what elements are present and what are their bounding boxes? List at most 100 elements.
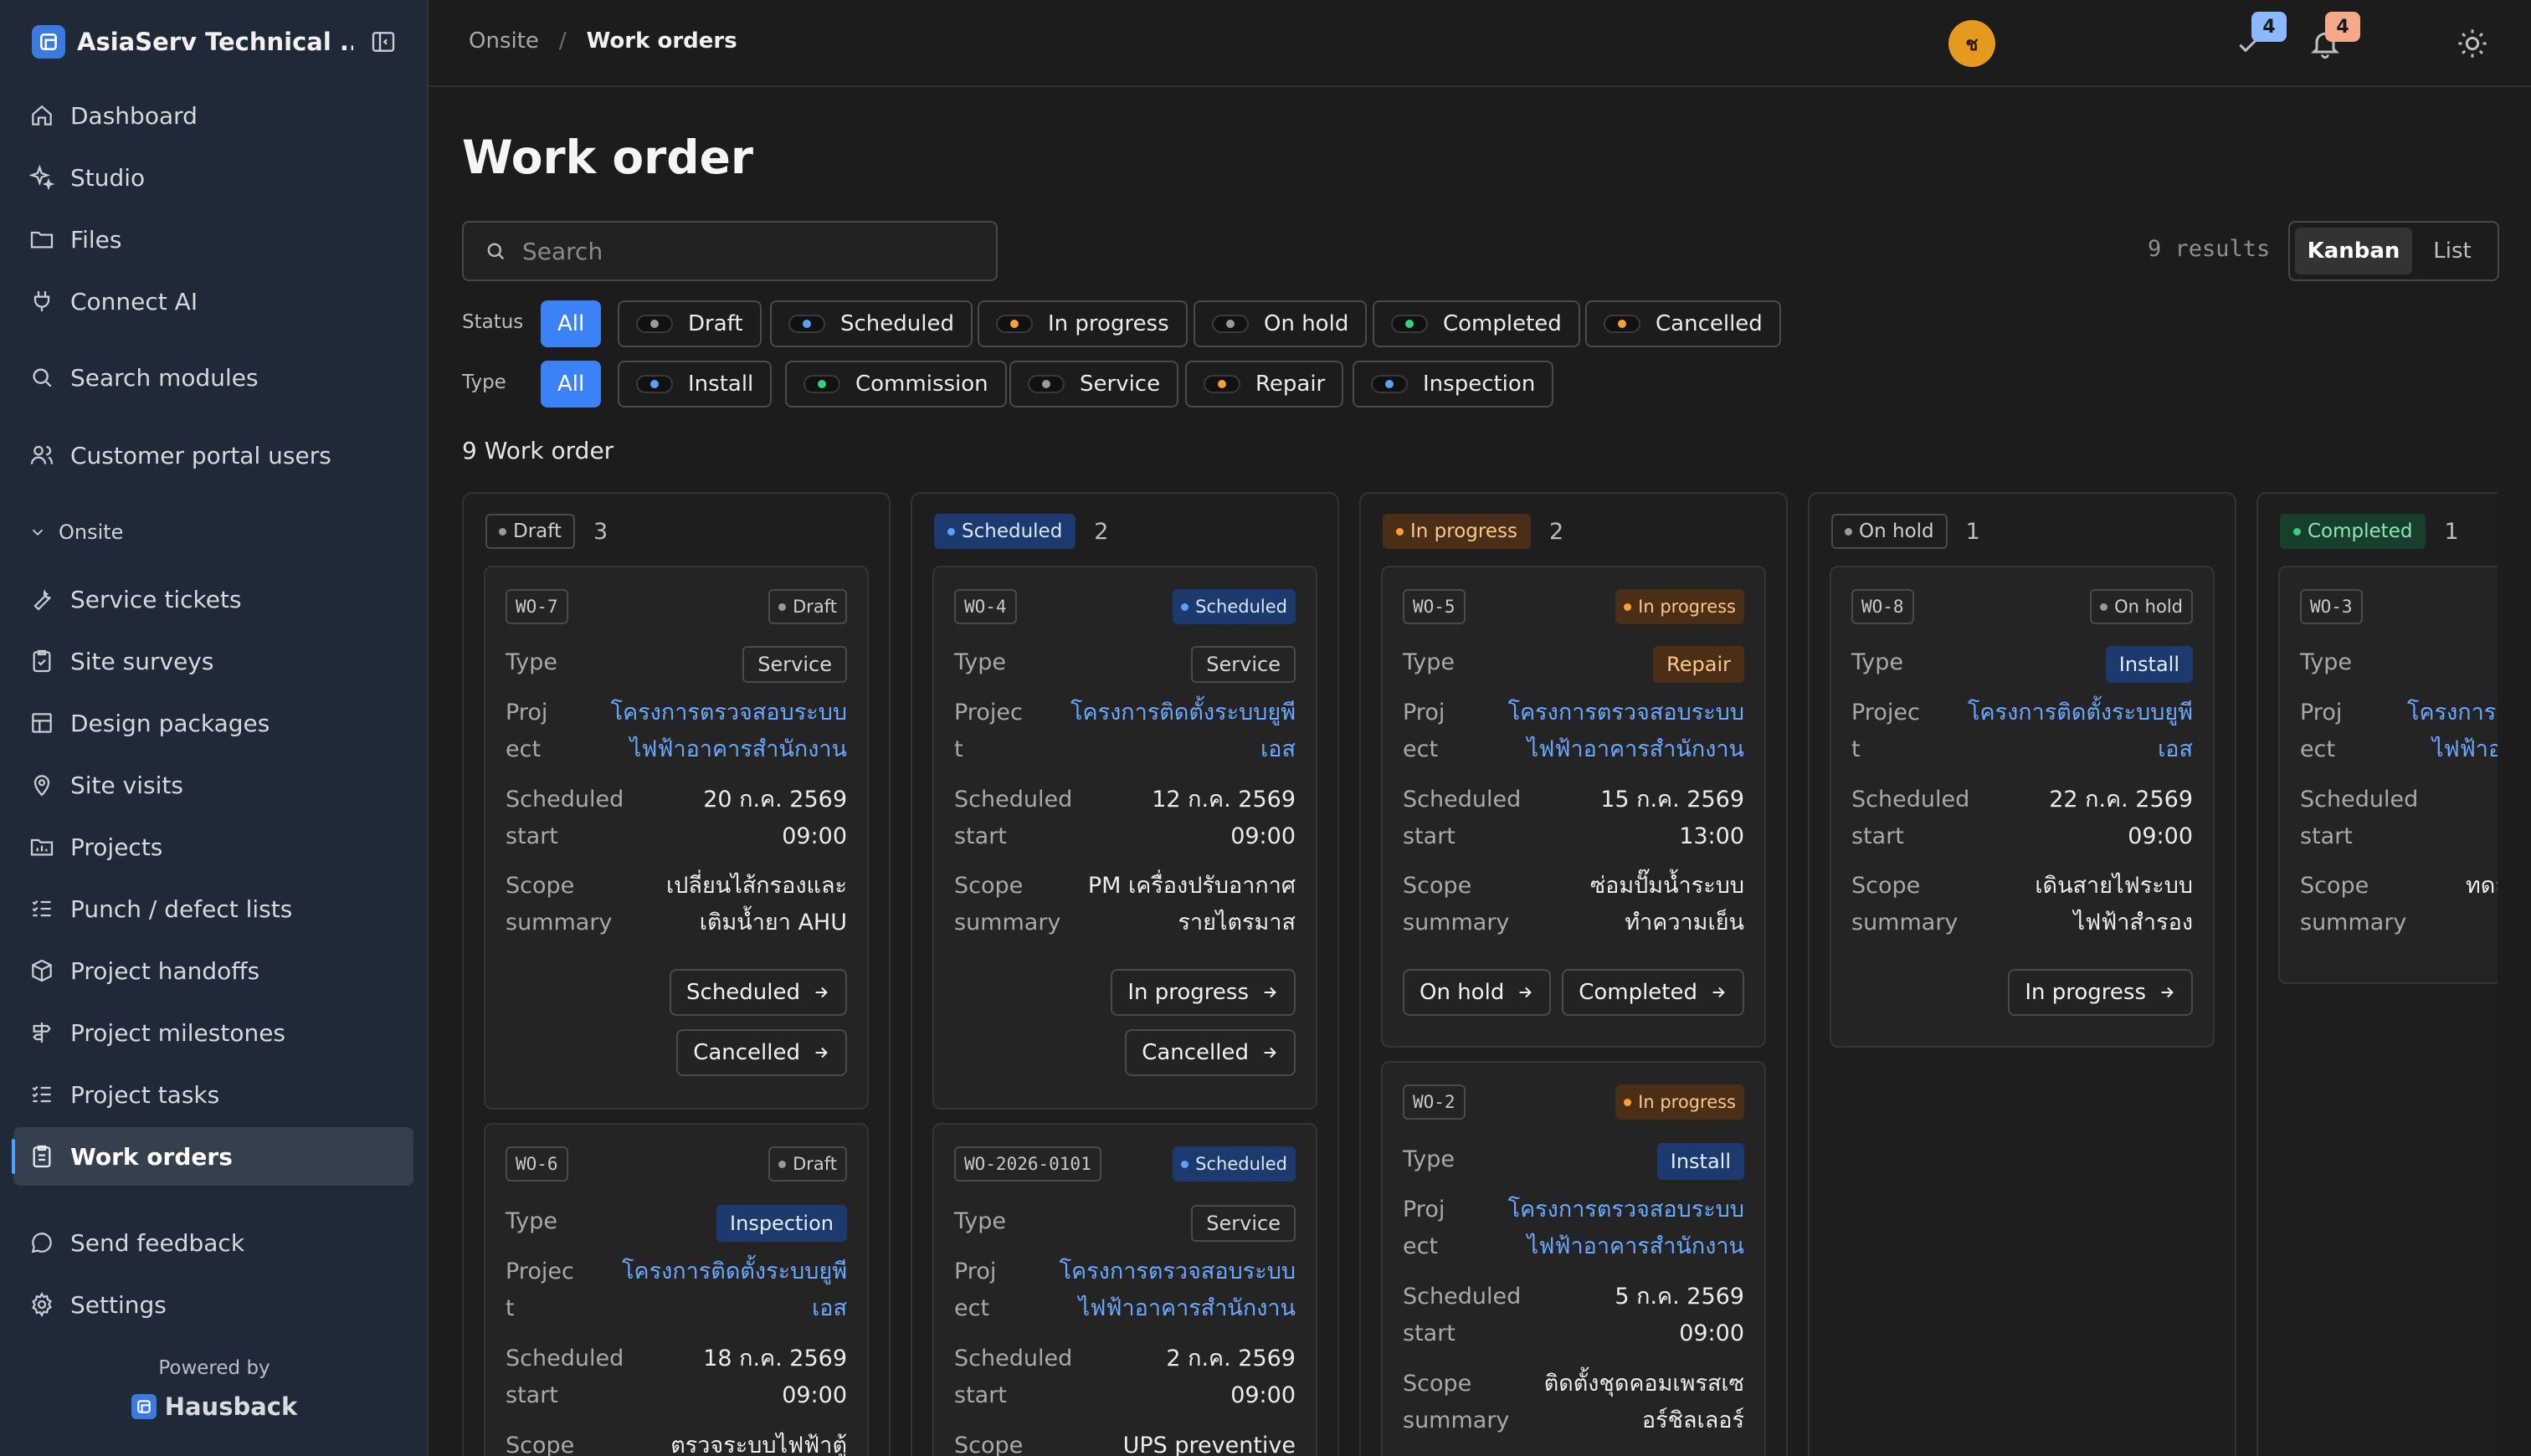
chip-label: Scheduled [840,311,954,336]
status-badge: On hold [2090,589,2193,624]
view-kanban-button[interactable]: Kanban [2295,228,2412,274]
sidebar-item-label: Site visits [70,771,183,799]
project-link[interactable]: โครงการตรวจสอบระบบ ไฟฟ้าอาคารสำนักงาน [1508,1192,1744,1265]
type-filter-all[interactable]: All [541,361,602,408]
arrow-right-icon [815,1047,828,1059]
status-filter-scheduled[interactable]: Scheduled [770,300,973,347]
work-order-card[interactable]: WO-7 Draft Type Service Proj ect โครงการต… [484,566,869,1110]
theme-toggle-sun-icon[interactable] [2456,27,2489,60]
chip-label: Commission [855,372,988,397]
sparkles-icon [28,164,55,191]
move-to-cancelled-button[interactable]: Cancelled [676,1029,847,1076]
project-link[interactable]: โครงการติดตั้งระบบยูพี เอส [622,1253,847,1327]
sidebar-item-send-feedback[interactable]: Send feedback [13,1213,413,1272]
type-filter-inspection[interactable]: Inspection [1353,361,1554,408]
status-filter-all[interactable]: All [541,300,602,347]
work-order-card[interactable]: WO-2026-0101 Scheduled Type Service Proj… [932,1123,1317,1456]
sidebar-section-onsite[interactable]: Onsite [28,520,123,544]
chart-folder-icon [30,838,54,856]
move-to-in-progress-button[interactable]: In progress [1111,969,1296,1016]
workspace-switcher[interactable]: AsiaServ Technical ... [32,25,400,59]
sidebar: AsiaServ Technical ... Dashboard Studio … [0,0,429,1456]
work-order-card[interactable]: WO-2 In progress Type Install Proj ect โค… [1381,1061,1766,1456]
scheduled-start-label: Scheduled start [954,1346,1073,1408]
chip-label: Service [1080,372,1161,397]
work-order-card[interactable]: WO-6 Draft Type Inspection Projec t โครงก… [484,1123,869,1456]
powered-by-brand[interactable]: Hausback [0,1392,429,1421]
status-filter-in-progress[interactable]: In progress [978,300,1188,347]
sidebar-item-project-handoffs[interactable]: Project handoffs [13,941,413,1000]
type-badge: Service [1191,646,1296,683]
sidebar-item-site-surveys[interactable]: Site surveys [13,632,413,690]
move-to-completed-button[interactable]: Completed [1562,969,1744,1016]
chip-label: Completed [1443,311,1562,336]
sidebar-item-dashboard[interactable]: Dashboard [13,86,413,145]
work-order-id: WO-6 [506,1146,568,1182]
move-to-on-hold-button[interactable]: On hold [1403,969,1552,1016]
project-link[interactable]: โครงการตรวจสอบระบบ ไฟฟ้าอาคารสำนักงาน [1508,695,1744,768]
sidebar-collapse-icon[interactable] [370,28,397,55]
sidebar-item-settings[interactable]: Settings [13,1275,413,1334]
view-list-button[interactable]: List [2412,228,2492,274]
work-order-card[interactable]: WO-4 Scheduled Type Service Projec t โครง… [932,566,1317,1110]
sidebar-item-design-packages[interactable]: Design packages [13,694,413,752]
work-order-card[interactable]: WO-8 On hold Type Install Projec t โครงกา… [1830,566,2215,1048]
type-filter-install[interactable]: Install [618,361,773,408]
type-label: Type [1403,649,1455,675]
wrench-icon [33,589,51,611]
type-filter-service[interactable]: Service [1009,361,1179,408]
type-label: Type [954,1208,1007,1234]
sidebar-item-studio[interactable]: Studio [13,148,413,207]
work-order-card[interactable]: WO-3 Type Project โครงการตไฟฟ้าอ Schedul… [2278,566,2498,984]
sidebar-item-site-visits[interactable]: Site visits [13,756,413,814]
type-filter-label: Type [462,372,506,393]
move-to-in-progress-button[interactable]: In progress [2008,969,2193,1016]
work-order-card[interactable]: WO-5 In progress Type Repair Proj ect โคร… [1381,566,1766,1048]
project-link[interactable]: โครงการตรวจสอบระบบ ไฟฟ้าอาคารสำนักงาน [1060,1253,1296,1327]
work-order-id: WO-2026-0101 [954,1146,1101,1182]
sidebar-item-files[interactable]: Files [13,210,413,269]
sidebar-item-projects[interactable]: Projects [13,818,413,876]
toggle-dot-icon [1212,315,1249,333]
chip-label: On hold [1264,311,1349,336]
sidebar-item-project-milestones[interactable]: Project milestones [13,1003,413,1062]
status-filter-completed[interactable]: Completed [1373,300,1580,347]
move-to-scheduled-button[interactable]: Scheduled [670,969,847,1016]
status-filter-draft[interactable]: Draft [618,300,762,347]
project-label: Project [506,1259,574,1321]
arrow-right-icon [2161,987,2174,998]
sidebar-item-work-orders[interactable]: Work orders [12,1127,413,1186]
work-order-id: WO-5 [1403,589,1466,624]
sidebar-item-service-tickets[interactable]: Service tickets [13,570,413,628]
status-filter-cancelled[interactable]: Cancelled [1585,300,1781,347]
topbar: Onsite / Work orders 4 4 ช [429,0,2531,87]
scope-value: PM เครื่องปรับอากาศ รายไตรมาส [1087,873,1296,936]
avatar[interactable]: ช [1948,20,1995,67]
status-filter-on-hold[interactable]: On hold [1194,300,1368,347]
search-input[interactable] [522,237,991,265]
arrow-right-icon [815,987,828,998]
sidebar-item-search-modules[interactable]: Search modules [13,348,413,407]
sidebar-section-label: Onsite [59,520,124,544]
view-toggle: Kanban List [2288,221,2499,281]
project-link[interactable]: โครงการตรวจสอบระบบ ไฟฟ้าอาคารสำนักงาน [611,695,847,768]
sidebar-item-connect-ai[interactable]: Connect AI [13,272,413,331]
project-link[interactable]: โครงการตไฟฟ้าอ [2407,695,2498,768]
project-link[interactable]: โครงการติดตั้งระบบยูพี เอส [1968,695,2193,768]
project-link[interactable]: โครงการติดตั้งระบบยูพี เอส [1070,695,1296,768]
sidebar-item-project-tasks[interactable]: Project tasks [13,1065,413,1124]
sidebar-item-punch-defect-lists[interactable]: Punch / defect lists [13,879,413,938]
search-box[interactable] [462,221,998,281]
scope-value: ซ่อมปั๊มน้ำระบบ ทำความเย็น [1589,873,1744,936]
sidebar-item-customer-portal-users[interactable]: Customer portal users [13,426,413,484]
gear-icon [32,1292,52,1317]
move-to-cancelled-button[interactable]: Cancelled [1125,1029,1296,1076]
list-todo-icon [32,1085,51,1103]
toggle-dot-icon [636,375,673,393]
status-filter-label: Status [462,311,524,333]
type-label: Type [954,649,1007,675]
kanban-column-completed: Completed 1 WO-3 Type Project โครงการตไฟ… [2256,492,2498,1456]
breadcrumb-onsite[interactable]: Onsite [469,28,539,54]
type-filter-commission[interactable]: Commission [785,361,1007,408]
type-filter-repair[interactable]: Repair [1185,361,1344,408]
